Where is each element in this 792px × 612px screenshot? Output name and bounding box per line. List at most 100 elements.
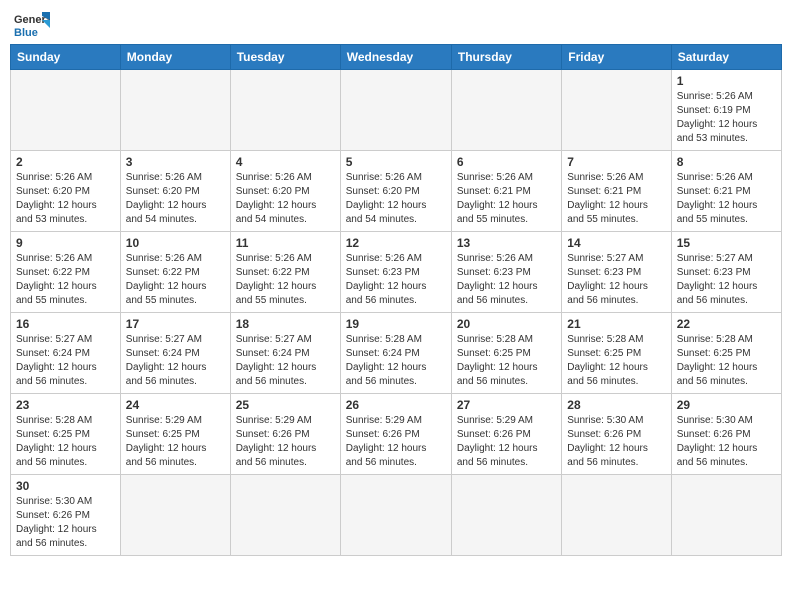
day-info: Sunrise: 5:29 AM Sunset: 6:26 PM Dayligh… — [457, 414, 556, 470]
logo: General Blue — [14, 10, 50, 38]
calendar-cell — [562, 70, 671, 151]
day-info: Sunrise: 5:26 AM Sunset: 6:20 PM Dayligh… — [126, 171, 225, 227]
day-info: Sunrise: 5:29 AM Sunset: 6:26 PM Dayligh… — [346, 414, 446, 470]
calendar-cell: 24 Sunrise: 5:29 AM Sunset: 6:25 PM Dayli… — [120, 394, 230, 475]
calendar-cell — [120, 475, 230, 556]
calendar-cell: 25Sunrise: 5:29 AM Sunset: 6:26 PM Dayli… — [230, 394, 340, 475]
day-number: 26 — [346, 398, 446, 412]
day-number: 12 — [346, 236, 446, 250]
week-row-6: 30Sunrise: 5:30 AM Sunset: 6:26 PM Dayli… — [11, 475, 782, 556]
weekday-header-saturday: Saturday — [671, 45, 781, 70]
day-info: Sunrise: 5:27 AM Sunset: 6:23 PM Dayligh… — [567, 252, 665, 308]
day-number: 17 — [126, 317, 225, 331]
day-number: 23 — [16, 398, 115, 412]
week-row-4: 16 Sunrise: 5:27 AM Sunset: 6:24 PM Dayli… — [11, 313, 782, 394]
day-info: Sunrise: 5:28 AM Sunset: 6:25 PM Dayligh… — [457, 333, 556, 389]
day-number: 10 — [126, 236, 225, 250]
day-number: 9 — [16, 236, 115, 250]
calendar-cell — [230, 475, 340, 556]
day-number: 11 — [236, 236, 335, 250]
day-number: 2 — [16, 155, 115, 169]
day-number: 4 — [236, 155, 335, 169]
day-info: Sunrise: 5:30 AM Sunset: 6:26 PM Dayligh… — [677, 414, 776, 470]
calendar-cell: 13 Sunrise: 5:26 AM Sunset: 6:23 PM Dayli… — [451, 232, 561, 313]
calendar-cell: 11Sunrise: 5:26 AM Sunset: 6:22 PM Dayli… — [230, 232, 340, 313]
day-info: Sunrise: 5:30 AM Sunset: 6:26 PM Dayligh… — [567, 414, 665, 470]
weekday-header-row: SundayMondayTuesdayWednesdayThursdayFrid… — [11, 45, 782, 70]
weekday-header-tuesday: Tuesday — [230, 45, 340, 70]
calendar-cell: 19 Sunrise: 5:28 AM Sunset: 6:24 PM Dayli… — [340, 313, 451, 394]
day-number: 6 — [457, 155, 556, 169]
calendar-cell — [230, 70, 340, 151]
day-info: Sunrise: 5:26 AM Sunset: 6:23 PM Dayligh… — [457, 252, 556, 308]
weekday-header-wednesday: Wednesday — [340, 45, 451, 70]
calendar-cell: 1Sunrise: 5:26 AM Sunset: 6:19 PM Daylig… — [671, 70, 781, 151]
day-info: Sunrise: 5:26 AM Sunset: 6:23 PM Dayligh… — [346, 252, 446, 308]
day-number: 15 — [677, 236, 776, 250]
calendar-cell: 6 Sunrise: 5:26 AM Sunset: 6:21 PM Daylig… — [451, 151, 561, 232]
day-info: Sunrise: 5:28 AM Sunset: 6:24 PM Dayligh… — [346, 333, 446, 389]
day-number: 30 — [16, 479, 115, 493]
day-number: 7 — [567, 155, 665, 169]
day-number: 5 — [346, 155, 446, 169]
day-number: 20 — [457, 317, 556, 331]
day-info: Sunrise: 5:28 AM Sunset: 6:25 PM Dayligh… — [567, 333, 665, 389]
calendar-cell: 28Sunrise: 5:30 AM Sunset: 6:26 PM Dayli… — [562, 394, 671, 475]
calendar-cell: 17 Sunrise: 5:27 AM Sunset: 6:24 PM Dayli… — [120, 313, 230, 394]
calendar-cell: 14 Sunrise: 5:27 AM Sunset: 6:23 PM Dayli… — [562, 232, 671, 313]
day-number: 19 — [346, 317, 446, 331]
calendar-cell — [562, 475, 671, 556]
page-header: General Blue — [10, 10, 782, 38]
day-info: Sunrise: 5:27 AM Sunset: 6:24 PM Dayligh… — [126, 333, 225, 389]
day-info: Sunrise: 5:26 AM Sunset: 6:20 PM Dayligh… — [236, 171, 335, 227]
calendar-cell — [120, 70, 230, 151]
day-number: 13 — [457, 236, 556, 250]
weekday-header-sunday: Sunday — [11, 45, 121, 70]
weekday-header-monday: Monday — [120, 45, 230, 70]
calendar-cell: 23 Sunrise: 5:28 AM Sunset: 6:25 PM Dayli… — [11, 394, 121, 475]
day-info: Sunrise: 5:29 AM Sunset: 6:25 PM Dayligh… — [126, 414, 225, 470]
calendar-cell — [451, 475, 561, 556]
day-number: 27 — [457, 398, 556, 412]
day-info: Sunrise: 5:28 AM Sunset: 6:25 PM Dayligh… — [16, 414, 115, 470]
day-number: 1 — [677, 74, 776, 88]
day-number: 14 — [567, 236, 665, 250]
calendar-cell: 4 Sunrise: 5:26 AM Sunset: 6:20 PM Daylig… — [230, 151, 340, 232]
day-info: Sunrise: 5:26 AM Sunset: 6:20 PM Dayligh… — [346, 171, 446, 227]
day-info: Sunrise: 5:26 AM Sunset: 6:21 PM Dayligh… — [567, 171, 665, 227]
calendar-cell: 26 Sunrise: 5:29 AM Sunset: 6:26 PM Dayli… — [340, 394, 451, 475]
day-number: 22 — [677, 317, 776, 331]
day-info: Sunrise: 5:27 AM Sunset: 6:24 PM Dayligh… — [16, 333, 115, 389]
calendar-cell: 7 Sunrise: 5:26 AM Sunset: 6:21 PM Daylig… — [562, 151, 671, 232]
day-info: Sunrise: 5:28 AM Sunset: 6:25 PM Dayligh… — [677, 333, 776, 389]
day-info: Sunrise: 5:26 AM Sunset: 6:22 PM Dayligh… — [16, 252, 115, 308]
week-row-3: 9 Sunrise: 5:26 AM Sunset: 6:22 PM Daylig… — [11, 232, 782, 313]
calendar-cell — [11, 70, 121, 151]
week-row-1: 1Sunrise: 5:26 AM Sunset: 6:19 PM Daylig… — [11, 70, 782, 151]
day-number: 16 — [16, 317, 115, 331]
day-number: 29 — [677, 398, 776, 412]
day-info: Sunrise: 5:26 AM Sunset: 6:22 PM Dayligh… — [126, 252, 225, 308]
calendar-body: 1Sunrise: 5:26 AM Sunset: 6:19 PM Daylig… — [11, 70, 782, 556]
day-info: Sunrise: 5:27 AM Sunset: 6:24 PM Dayligh… — [236, 333, 335, 389]
day-number: 25 — [236, 398, 335, 412]
day-number: 8 — [677, 155, 776, 169]
weekday-header-friday: Friday — [562, 45, 671, 70]
calendar-cell: 3Sunrise: 5:26 AM Sunset: 6:20 PM Daylig… — [120, 151, 230, 232]
calendar-cell: 21Sunrise: 5:28 AM Sunset: 6:25 PM Dayli… — [562, 313, 671, 394]
day-info: Sunrise: 5:27 AM Sunset: 6:23 PM Dayligh… — [677, 252, 776, 308]
calendar-cell — [451, 70, 561, 151]
calendar-cell — [340, 70, 451, 151]
calendar-table: SundayMondayTuesdayWednesdayThursdayFrid… — [10, 44, 782, 556]
day-number: 24 — [126, 398, 225, 412]
svg-text:Blue: Blue — [14, 27, 38, 38]
day-info: Sunrise: 5:26 AM Sunset: 6:21 PM Dayligh… — [677, 171, 776, 227]
day-info: Sunrise: 5:26 AM Sunset: 6:21 PM Dayligh… — [457, 171, 556, 227]
calendar-cell: 16 Sunrise: 5:27 AM Sunset: 6:24 PM Dayli… — [11, 313, 121, 394]
calendar-cell: 15 Sunrise: 5:27 AM Sunset: 6:23 PM Dayli… — [671, 232, 781, 313]
calendar-cell: 18Sunrise: 5:27 AM Sunset: 6:24 PM Dayli… — [230, 313, 340, 394]
calendar-cell: 22 Sunrise: 5:28 AM Sunset: 6:25 PM Dayli… — [671, 313, 781, 394]
weekday-header-thursday: Thursday — [451, 45, 561, 70]
calendar-cell: 29 Sunrise: 5:30 AM Sunset: 6:26 PM Dayli… — [671, 394, 781, 475]
day-info: Sunrise: 5:26 AM Sunset: 6:20 PM Dayligh… — [16, 171, 115, 227]
